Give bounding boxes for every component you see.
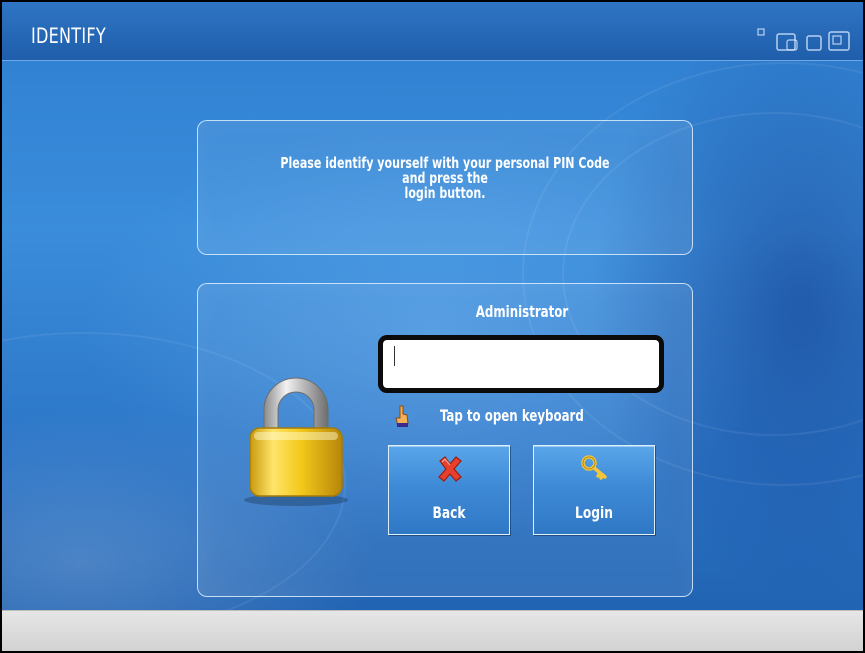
padlock-icon: [244, 377, 348, 506]
pointing-hand-icon: [395, 405, 409, 427]
bottom-bar: [2, 610, 863, 651]
title-bar: IDENTIFY: [2, 2, 863, 61]
instruction-text: Please identify yourself with your perso…: [242, 156, 647, 201]
instruction-line: login button.: [404, 184, 486, 202]
login-button[interactable]: Login: [533, 445, 655, 535]
text-cursor: [394, 346, 395, 366]
key-icon: [581, 455, 607, 480]
user-name-label: Administrator: [475, 302, 569, 321]
keyboard-hint[interactable]: Tap to open keyboard: [394, 404, 654, 430]
window-title: IDENTIFY: [31, 24, 106, 48]
back-button-label: Back: [432, 503, 466, 522]
login-button-label: Login: [575, 503, 613, 522]
identify-screen: IDENTIFY Please identify yourself with y…: [0, 0, 865, 653]
window-controls-icon[interactable]: [753, 26, 863, 52]
instruction-panel: Please identify yourself with your perso…: [197, 120, 693, 255]
back-button[interactable]: Back: [388, 445, 510, 535]
pin-input[interactable]: [378, 335, 664, 393]
red-x-icon: [438, 456, 462, 482]
keyboard-hint-text: Tap to open keyboard: [440, 406, 584, 425]
